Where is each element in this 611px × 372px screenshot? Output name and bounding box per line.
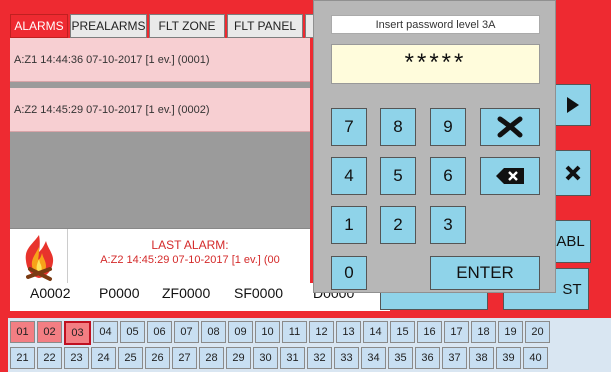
zone-button-21[interactable]: 21 — [10, 347, 35, 369]
enter-key[interactable]: ENTER — [430, 256, 540, 290]
zone-button-20[interactable]: 20 — [525, 321, 550, 343]
zone-row-1: 01 02 03 04 05 06 07 08 09 10 11 12 13 14 15 16 17 18 19 20 — [10, 321, 550, 345]
zone-button-07[interactable]: 07 — [174, 321, 199, 343]
zone-button-19[interactable]: 19 — [498, 321, 523, 343]
zone-button-01[interactable]: 01 — [10, 321, 35, 343]
last-alarm-panel: LAST ALARM: A:Z2 14:45:29 07-10-2017 [1 … — [10, 228, 310, 284]
zone-button-24[interactable]: 24 — [91, 347, 116, 369]
silence-button[interactable] — [556, 150, 591, 196]
backspace-icon — [496, 168, 524, 184]
tab-flt-zone[interactable]: FLT ZONE — [149, 14, 225, 38]
zone-button-25[interactable]: 25 — [118, 347, 143, 369]
zone-button-08[interactable]: 08 — [201, 321, 226, 343]
alarm-row-text: A:Z1 14:44:36 07-10-2017 [1 ev.] (0001) — [14, 53, 210, 66]
key-6[interactable]: 6 — [430, 157, 466, 195]
cancel-key[interactable] — [480, 108, 540, 146]
key-1[interactable]: 1 — [331, 206, 367, 244]
zone-button-35[interactable]: 35 — [388, 347, 413, 369]
zone-button-11[interactable]: 11 — [282, 321, 307, 343]
prealarm-counter: P0000 — [99, 285, 140, 301]
key-0[interactable]: 0 — [331, 256, 367, 290]
zone-button-04[interactable]: 04 — [93, 321, 118, 343]
zone-button-40[interactable]: 40 — [523, 347, 548, 369]
zone-button-34[interactable]: 34 — [361, 347, 386, 369]
password-dialog: Insert password level 3A ***** 7 8 9 4 5… — [313, 0, 556, 293]
cross-icon — [565, 165, 581, 181]
alarm-row-text: A:Z2 14:45:29 07-10-2017 [1 ev.] (0002) — [14, 103, 210, 116]
zone-button-29[interactable]: 29 — [226, 347, 251, 369]
tab-prealarms[interactable]: PREALARMS — [70, 14, 147, 38]
zone-button-18[interactable]: 18 — [471, 321, 496, 343]
last-alarm-title: LAST ALARM: — [151, 238, 229, 252]
zone-button-13[interactable]: 13 — [336, 321, 361, 343]
zone-button-37[interactable]: 37 — [442, 347, 467, 369]
key-7[interactable]: 7 — [331, 108, 367, 146]
key-3[interactable]: 3 — [430, 206, 466, 244]
alarm-row[interactable]: A:Z1 14:44:36 07-10-2017 [1 ev.] (0001) — [10, 38, 310, 82]
zone-button-15[interactable]: 15 — [390, 321, 415, 343]
zone-button-39[interactable]: 39 — [496, 347, 521, 369]
zone-button-12[interactable]: 12 — [309, 321, 334, 343]
alarm-row[interactable]: A:Z2 14:45:29 07-10-2017 [1 ev.] (0002) — [10, 88, 310, 132]
tab-alarms[interactable]: ALARMS — [10, 14, 68, 38]
zone-button-10[interactable]: 10 — [255, 321, 280, 343]
zone-fault-counter: ZF0000 — [162, 285, 211, 301]
zone-button-16[interactable]: 16 — [417, 321, 442, 343]
last-alarm-text: A:Z2 14:45:29 07-10-2017 [1 ev.] (00 — [100, 254, 280, 266]
zone-button-06[interactable]: 06 — [147, 321, 172, 343]
dialog-title: Insert password level 3A — [331, 15, 540, 34]
zone-button-28[interactable]: 28 — [199, 347, 224, 369]
zone-button-14[interactable]: 14 — [363, 321, 388, 343]
zone-button-33[interactable]: 33 — [334, 347, 359, 369]
fire-icon — [10, 229, 68, 284]
zone-button-09[interactable]: 09 — [228, 321, 253, 343]
key-9[interactable]: 9 — [430, 108, 466, 146]
zone-button-32[interactable]: 32 — [307, 347, 332, 369]
cross-icon — [497, 116, 523, 138]
zone-button-22[interactable]: 22 — [37, 347, 62, 369]
tab-flt-panel[interactable]: FLT PANEL — [227, 14, 303, 38]
zone-row-2: 21 22 23 24 25 26 27 28 29 30 31 32 33 34 35 36 37 38 39 40 — [10, 347, 548, 369]
play-icon — [567, 97, 579, 113]
key-4[interactable]: 4 — [331, 157, 367, 195]
enable-button-label: ABL — [556, 233, 585, 250]
zone-button-26[interactable]: 26 — [145, 347, 170, 369]
zone-button-27[interactable]: 27 — [172, 347, 197, 369]
zone-button-38[interactable]: 38 — [469, 347, 494, 369]
zone-button-05[interactable]: 05 — [120, 321, 145, 343]
next-button[interactable] — [556, 84, 591, 126]
zone-button-31[interactable]: 31 — [280, 347, 305, 369]
zone-button-30[interactable]: 30 — [253, 347, 278, 369]
test-button-label: ST — [562, 280, 582, 298]
password-field[interactable]: ***** — [331, 44, 540, 84]
system-fault-counter: SF0000 — [234, 285, 284, 301]
zone-button-02[interactable]: 02 — [37, 321, 62, 343]
zone-button-36[interactable]: 36 — [415, 347, 440, 369]
zone-button-17[interactable]: 17 — [444, 321, 469, 343]
key-2[interactable]: 2 — [380, 206, 416, 244]
alarm-counter: A0002 — [30, 285, 71, 301]
key-8[interactable]: 8 — [380, 108, 416, 146]
key-5[interactable]: 5 — [380, 157, 416, 195]
zone-button-03[interactable]: 03 — [64, 321, 91, 345]
backspace-key[interactable] — [480, 157, 540, 195]
zone-button-23[interactable]: 23 — [64, 347, 89, 369]
